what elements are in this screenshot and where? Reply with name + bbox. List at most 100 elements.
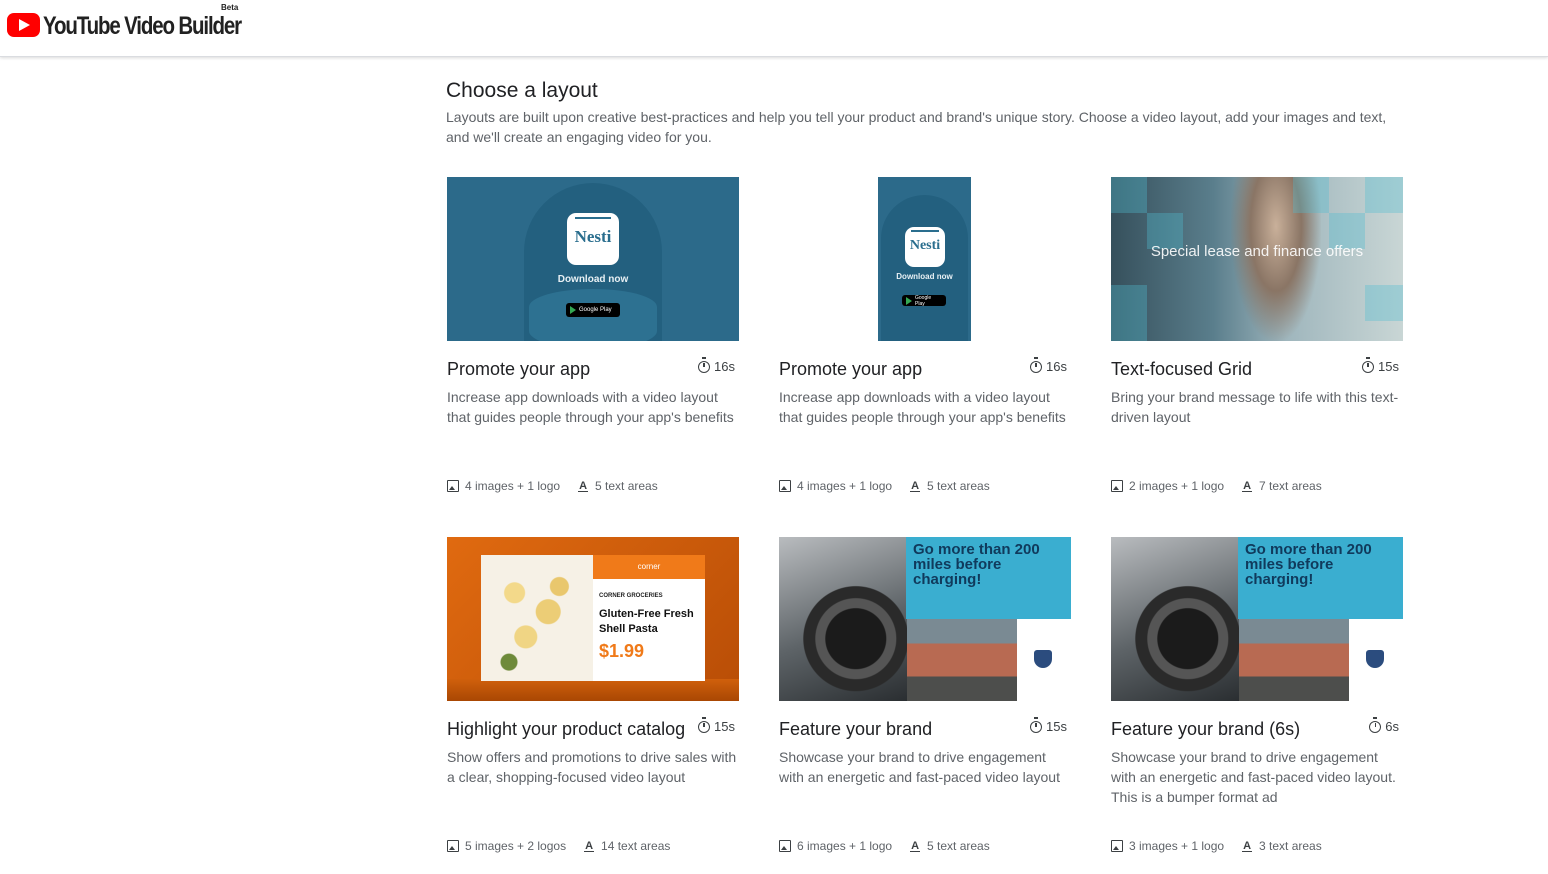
text-areas-count: 3 text areas xyxy=(1259,839,1322,853)
duration-value: 15s xyxy=(1046,719,1067,734)
layout-requirements: 6 images + 1 logo A 5 text areas xyxy=(779,839,990,853)
duration-value: 6s xyxy=(1385,719,1399,734)
image-icon xyxy=(447,840,459,852)
grid-tile xyxy=(1365,177,1403,213)
timer-icon xyxy=(1369,716,1382,733)
product-price: $1.99 xyxy=(599,641,645,661)
google-play-badge: Google Play xyxy=(566,303,620,317)
download-cta: Download now xyxy=(557,274,629,285)
timer-icon xyxy=(1362,356,1375,373)
text-areas-count: 7 text areas xyxy=(1259,479,1322,493)
brand-logo-link[interactable]: YouTube Video Builder xyxy=(7,11,284,41)
brand-name: YouTube Video Builder xyxy=(43,12,242,40)
duration-value: 15s xyxy=(1378,359,1399,374)
thumbnail-house-image xyxy=(907,619,1017,701)
timer-icon xyxy=(1030,356,1043,373)
store-name: Google Play xyxy=(579,307,612,313)
vertical-frame: Nesti Download now Google Play xyxy=(878,177,971,341)
images-count: 5 images + 2 logos xyxy=(465,839,567,853)
card-header: Promote your app 16s xyxy=(779,356,1071,381)
product-image xyxy=(481,555,593,681)
brand-shield-icon xyxy=(1034,650,1052,668)
layout-card-feature-brand-6s[interactable]: Go more than 200 miles before charging! … xyxy=(1111,537,1403,853)
thumbnail-headline: Go more than 200 miles before charging! xyxy=(1238,537,1403,619)
layout-requirements: 4 images + 1 logo A 5 text areas xyxy=(447,479,658,493)
grid-tile xyxy=(1293,177,1329,213)
app-name: Nesti xyxy=(909,238,941,253)
text-format-icon: A xyxy=(1242,839,1253,852)
layout-thumbnail[interactable]: Nesti Download now Google Play xyxy=(779,177,1071,341)
thumbnail-car-image xyxy=(1111,537,1239,701)
layout-requirements: 4 images + 1 logo A 5 text areas xyxy=(779,479,990,493)
images-count: 3 images + 1 logo xyxy=(1129,839,1225,853)
layout-title: Promote your app xyxy=(779,359,923,379)
app-logo: Nesti xyxy=(567,213,619,265)
layout-title: Feature your brand (6s) xyxy=(1111,719,1301,739)
grid-tile xyxy=(1111,285,1147,341)
layout-requirements: 2 images + 1 logo A 7 text areas xyxy=(1111,479,1322,493)
text-format-icon: A xyxy=(910,479,921,492)
text-format-icon: A xyxy=(1242,479,1253,492)
duration: 15s xyxy=(698,716,735,734)
play-store-icon xyxy=(570,306,576,314)
thumbnail-floor xyxy=(447,679,739,701)
app-name: Nesti xyxy=(574,227,612,246)
timer-icon xyxy=(1030,716,1043,733)
thumbnail-arch xyxy=(881,195,968,341)
play-store-icon xyxy=(906,296,912,305)
page-title: Choose a layout xyxy=(446,79,598,102)
duration: 15s xyxy=(1362,356,1399,374)
duration-value: 16s xyxy=(714,359,735,374)
layout-requirements: 3 images + 1 logo A 3 text areas xyxy=(1111,839,1322,853)
top-app-bar: YouTube Video Builder Beta xyxy=(0,0,1548,57)
card-header: Highlight your product catalog 15s xyxy=(447,716,739,741)
layout-thumbnail[interactable]: Special lease and finance offers xyxy=(1111,177,1403,341)
layout-requirements: 5 images + 2 logos A 14 text areas xyxy=(447,839,670,853)
beta-badge: Beta xyxy=(221,3,239,12)
layout-card-promote-app-vertical[interactable]: Nesti Download now Google Play Promote y… xyxy=(779,177,1071,493)
layout-thumbnail[interactable]: Nesti Download now Google Play xyxy=(447,177,739,341)
layout-description: Showcase your brand to drive engagement … xyxy=(1111,749,1396,805)
layout-description: Show offers and promotions to drive sale… xyxy=(447,749,737,785)
text-format-icon: A xyxy=(584,839,595,852)
thumbnail-caption: Special lease and finance offers xyxy=(1150,243,1364,260)
duration: 16s xyxy=(698,356,735,374)
layout-title: Feature your brand xyxy=(779,719,933,739)
images-count: 6 images + 1 logo xyxy=(797,839,893,853)
layout-title: Promote your app xyxy=(447,359,591,379)
page-description: Layouts are built upon creative best-pra… xyxy=(446,109,1387,145)
layout-card-text-focused-grid[interactable]: Special lease and finance offers Text-fo… xyxy=(1111,177,1403,493)
duration: 16s xyxy=(1030,356,1067,374)
layout-card-feature-brand[interactable]: Go more than 200 miles before charging! … xyxy=(779,537,1071,853)
brand-shield-icon xyxy=(1366,650,1384,668)
image-icon xyxy=(447,480,459,492)
layout-thumbnail[interactable]: Go more than 200 miles before charging! xyxy=(1111,537,1403,701)
timer-icon xyxy=(698,356,711,373)
layout-title: Highlight your product catalog xyxy=(447,719,686,739)
layout-title: Text-focused Grid xyxy=(1111,359,1253,379)
product-name: Gluten-Free Fresh Shell Pasta xyxy=(599,608,694,635)
image-icon xyxy=(779,480,791,492)
image-icon xyxy=(1111,840,1123,852)
layout-description: Bring your brand message to life with th… xyxy=(1111,389,1399,425)
text-areas-count: 5 text areas xyxy=(927,839,990,853)
card-header: Promote your app 16s xyxy=(447,356,739,381)
layout-thumbnail[interactable]: Go more than 200 miles before charging! xyxy=(779,537,1071,701)
card-header: Feature your brand (6s) 6s xyxy=(1111,716,1403,741)
download-cta: Download now xyxy=(896,272,953,281)
layout-card-promote-app-landscape[interactable]: Nesti Download now Google Play Promote y… xyxy=(447,177,739,493)
images-count: 4 images + 1 logo xyxy=(465,479,561,493)
google-play-badge: Google Play xyxy=(902,295,946,307)
text-format-icon: A xyxy=(910,839,921,852)
grid-tile xyxy=(1111,177,1147,213)
grid-tile xyxy=(1365,285,1403,321)
image-icon xyxy=(779,840,791,852)
app-logo: Nesti xyxy=(905,227,945,267)
layout-thumbnail[interactable]: corner CORNER GROCERIES Gluten-Free Fres… xyxy=(447,537,739,701)
timer-icon xyxy=(698,716,711,733)
store-category: CORNER GROCERIES xyxy=(599,593,663,599)
layout-card-product-catalog[interactable]: corner CORNER GROCERIES Gluten-Free Fres… xyxy=(447,537,739,853)
text-format-icon: A xyxy=(578,479,589,492)
duration: 6s xyxy=(1369,716,1399,734)
layout-description: Increase app downloads with a video layo… xyxy=(779,389,1066,425)
